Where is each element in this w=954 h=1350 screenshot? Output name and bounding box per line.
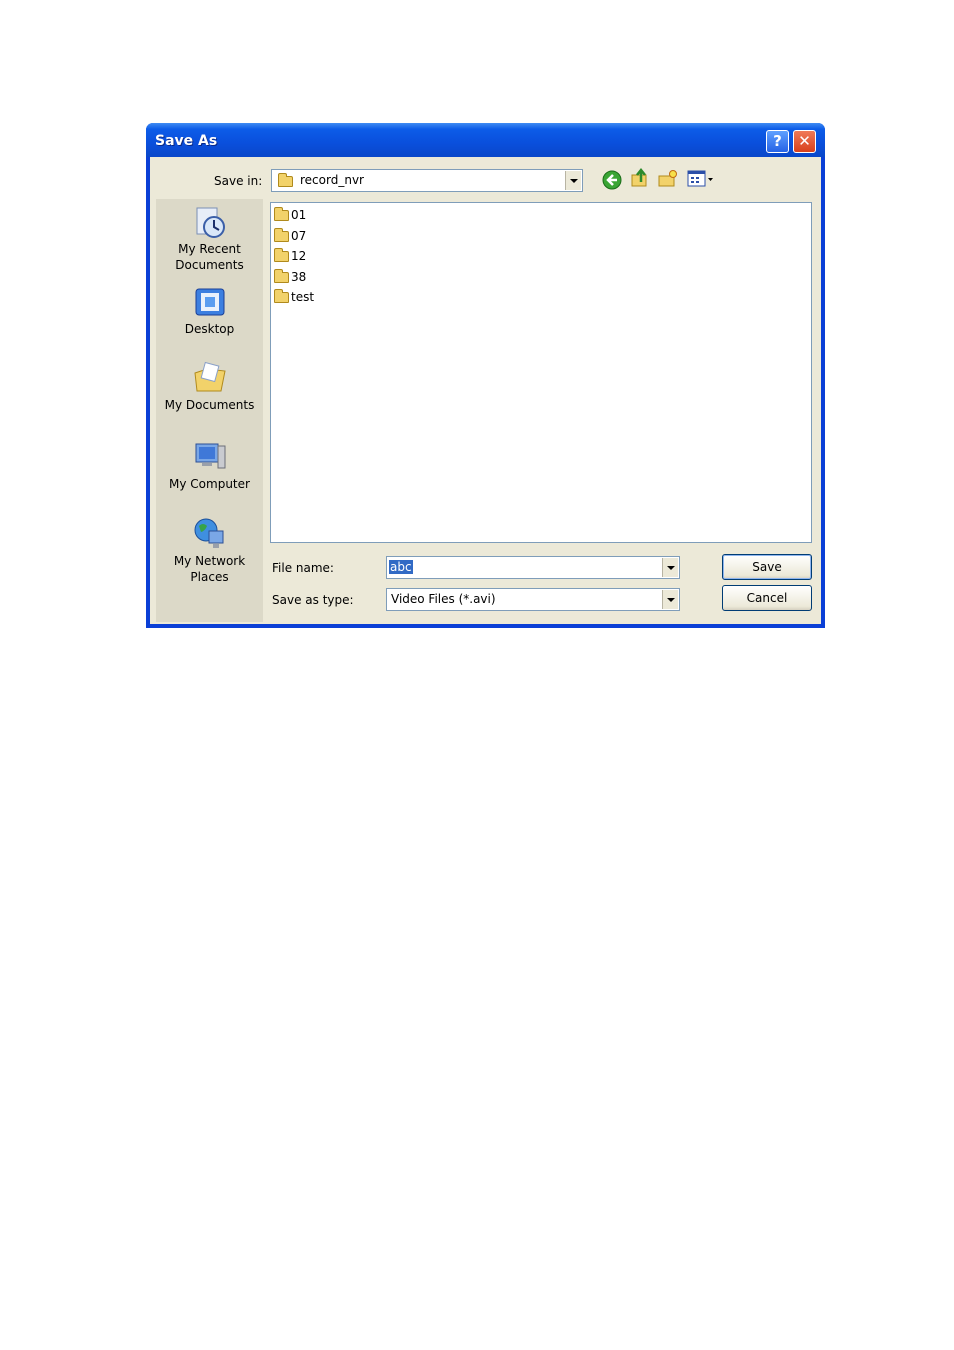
folder-icon	[274, 248, 289, 262]
places-bar: My Recent Documents Desktop My Documents	[156, 199, 263, 622]
list-item[interactable]: 07	[274, 227, 306, 245]
place-label: My Computer	[169, 477, 250, 491]
file-name-label: test	[291, 290, 315, 304]
window-title: Save As	[155, 133, 218, 149]
place-my-documents[interactable]: My Documents	[156, 361, 263, 413]
folder-icon	[274, 269, 289, 283]
file-name-field[interactable]: abc	[386, 556, 680, 579]
my-documents-icon	[193, 361, 226, 392]
place-my-recent-documents[interactable]: My Recent Documents	[156, 205, 263, 273]
save-button[interactable]: Save	[722, 554, 812, 580]
place-my-computer[interactable]: My Computer	[156, 440, 263, 492]
folder-icon	[274, 289, 289, 303]
help-button[interactable]: ?	[766, 130, 789, 153]
views-menu-icon[interactable]	[687, 169, 715, 189]
file-name-label: 38	[291, 270, 307, 284]
cancel-button[interactable]: Cancel	[722, 585, 812, 611]
file-list[interactable]: 01 07 12 38 test	[270, 202, 812, 543]
title-bar[interactable]: Save As ? ✕	[146, 123, 825, 157]
my-computer-icon	[195, 443, 225, 469]
place-label: My Network Places	[173, 554, 246, 584]
save-type-label: Save as type:	[272, 593, 354, 607]
recent-documents-icon	[196, 207, 225, 238]
place-label: Desktop	[184, 322, 235, 336]
save-type-dropdown[interactable]: Video Files (*.avi)	[386, 588, 680, 611]
folder-icon	[278, 173, 293, 187]
dialog-body: Save in: record_nvr My Recent Documents …	[150, 157, 821, 624]
file-name-label: File name:	[272, 561, 334, 575]
list-item[interactable]: 01	[274, 206, 306, 224]
place-my-network-places[interactable]: My Network Places	[156, 517, 263, 585]
close-button[interactable]: ✕	[793, 130, 816, 153]
save-as-dialog: Save As ? ✕ Save in: record_nvr My Recen…	[146, 123, 825, 628]
folder-icon	[274, 207, 289, 221]
place-label: My Recent Documents	[175, 242, 244, 272]
new-folder-icon[interactable]	[658, 169, 678, 189]
file-name-value: abc	[389, 560, 413, 574]
chevron-down-icon[interactable]	[662, 590, 678, 609]
save-in-dropdown[interactable]: record_nvr	[271, 169, 583, 192]
place-label: My Documents	[164, 398, 255, 412]
desktop-icon	[195, 288, 224, 316]
list-item[interactable]: 38	[274, 268, 306, 286]
file-name-label: 12	[291, 249, 307, 263]
place-desktop[interactable]: Desktop	[156, 285, 263, 337]
network-places-icon	[194, 518, 223, 548]
up-folder-icon[interactable]	[630, 168, 650, 188]
list-item[interactable]: test	[274, 288, 314, 306]
save-type-value: Video Files (*.avi)	[391, 592, 496, 606]
chevron-down-icon[interactable]	[662, 558, 678, 577]
folder-icon	[274, 228, 289, 242]
chevron-down-icon[interactable]	[565, 171, 581, 190]
save-in-value: record_nvr	[300, 173, 364, 187]
save-in-label: Save in:	[214, 174, 263, 188]
list-item[interactable]: 12	[274, 247, 306, 265]
file-name-label: 07	[291, 229, 307, 243]
back-arrow-icon[interactable]	[602, 170, 622, 190]
file-name-label: 01	[291, 208, 307, 222]
